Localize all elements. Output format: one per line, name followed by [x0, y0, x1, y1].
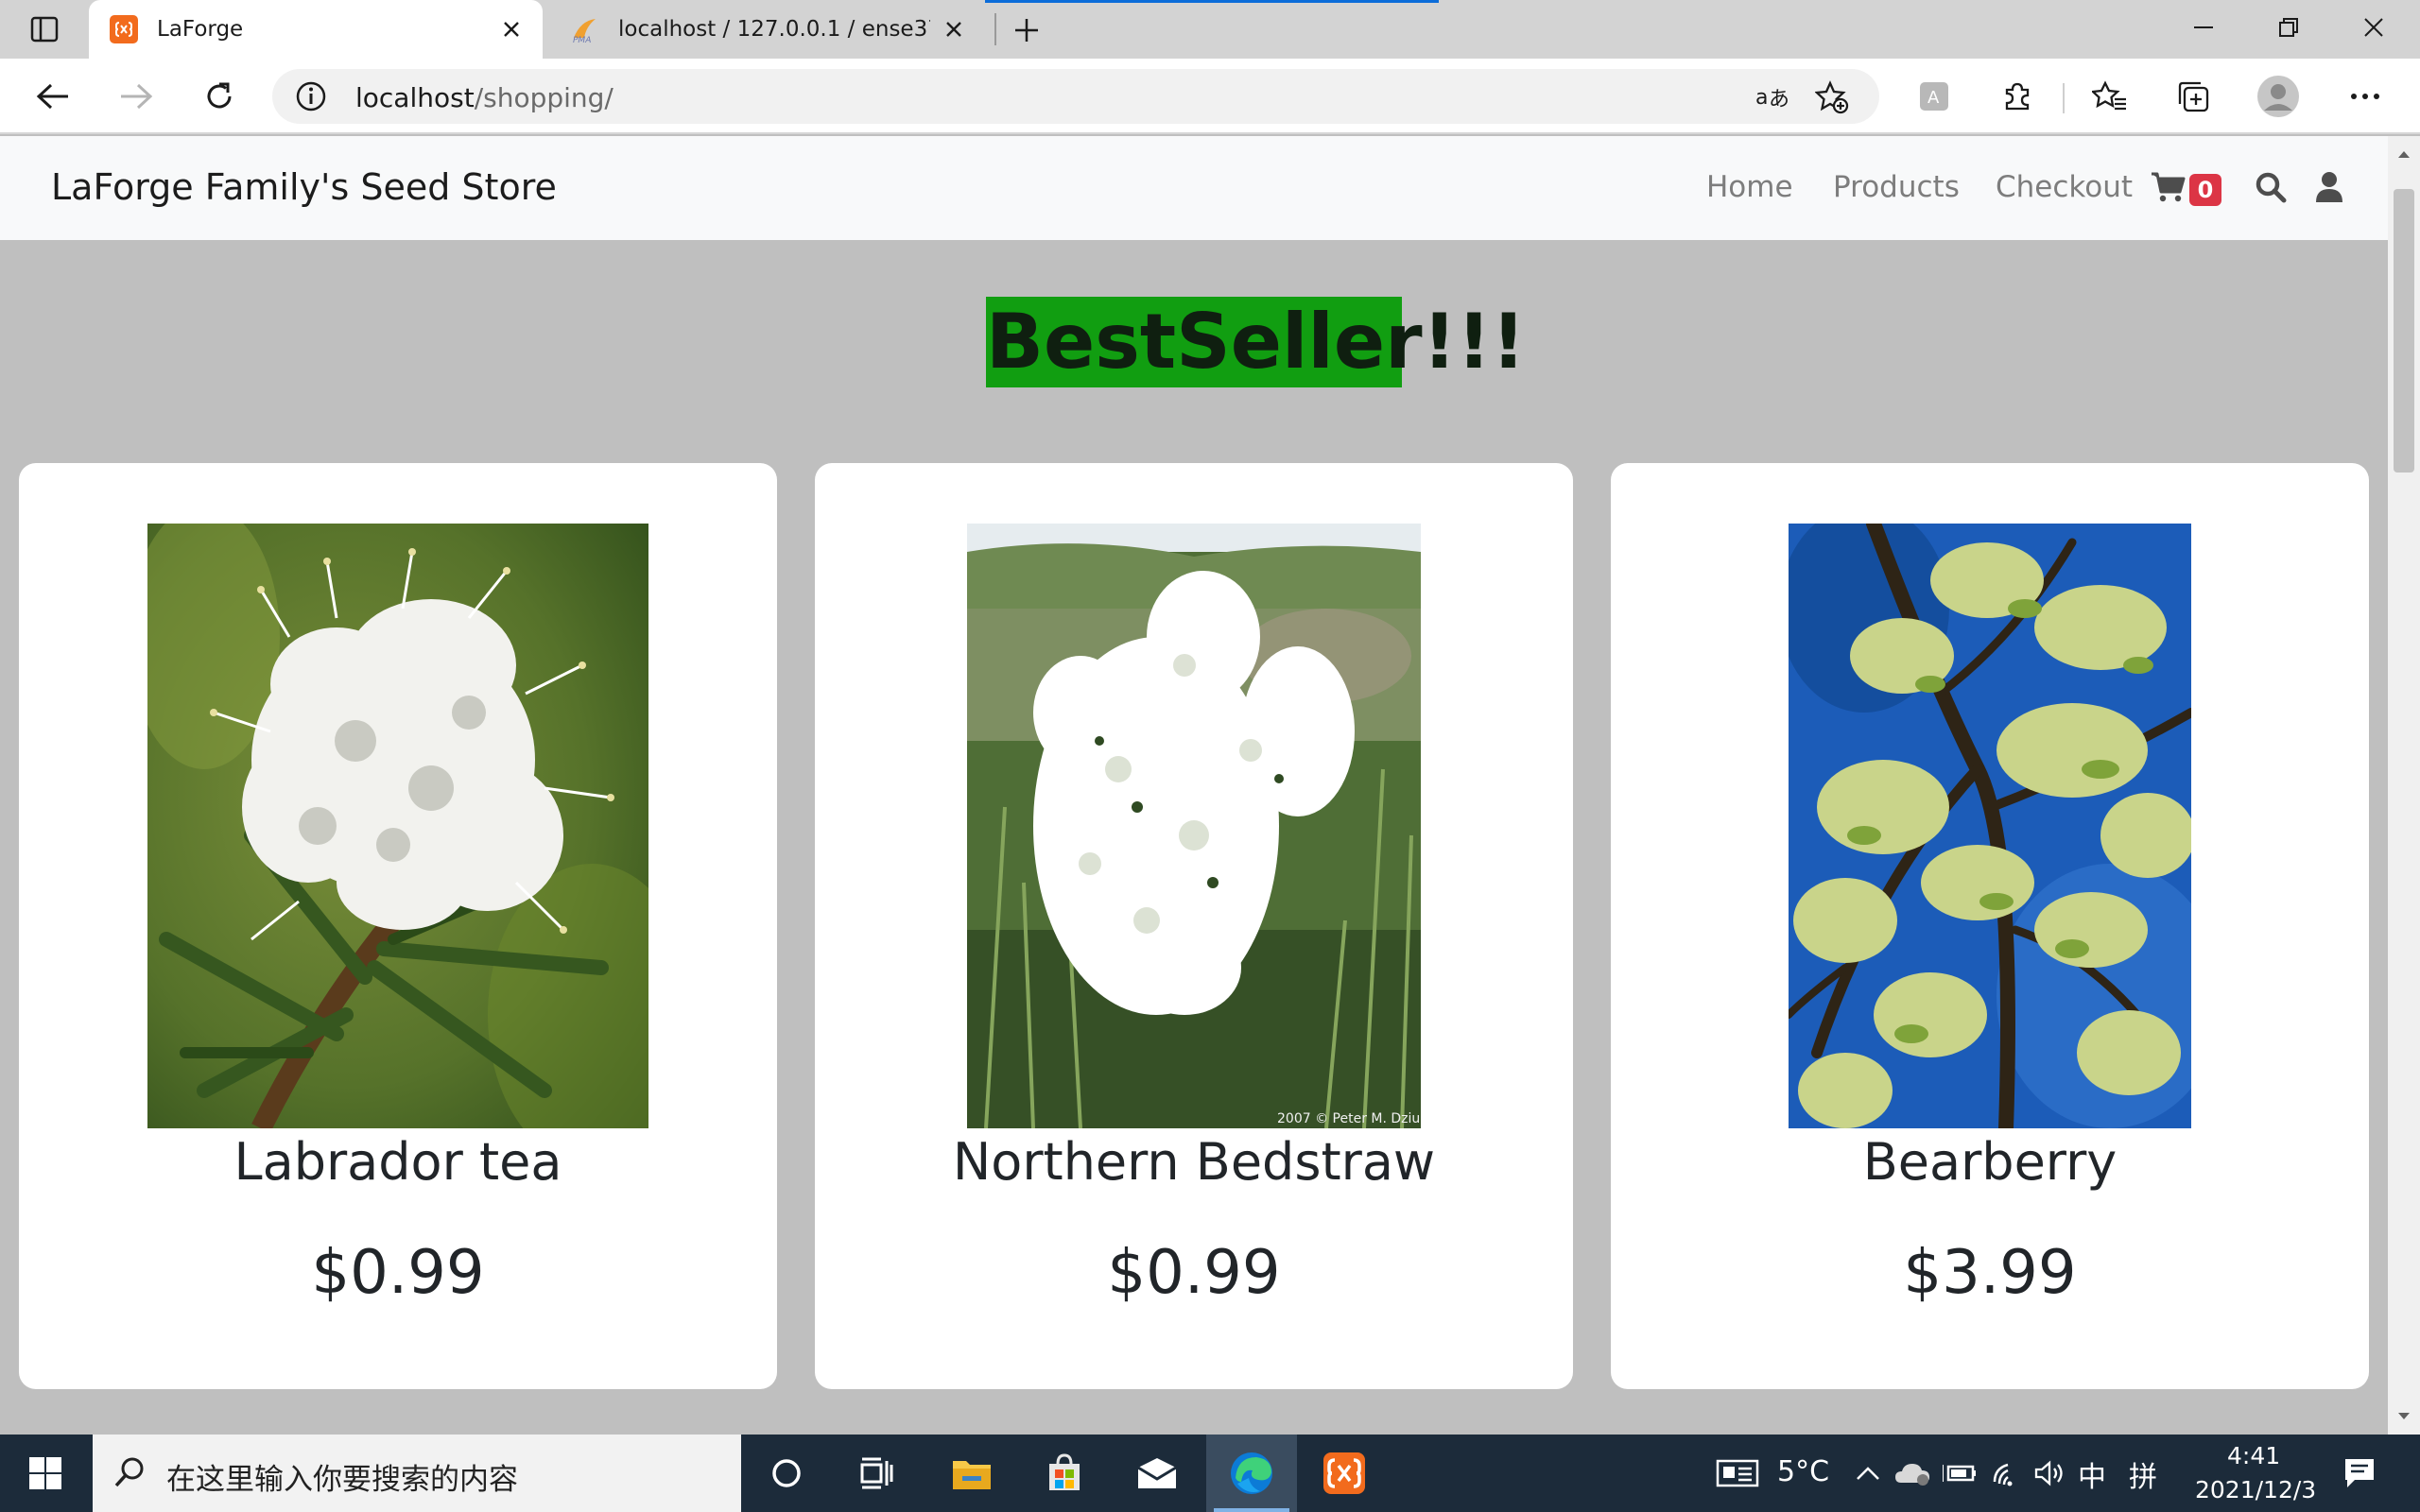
- xampp-control-icon[interactable]: [1299, 1435, 1390, 1512]
- product-image-bearberry[interactable]: [1789, 524, 2191, 1128]
- clock[interactable]: 4:41 2021/12/3: [2189, 1435, 2316, 1512]
- url-path: /shopping/: [474, 82, 614, 113]
- settings-more-icon[interactable]: [2341, 72, 2390, 121]
- favorites-icon[interactable]: [2085, 72, 2135, 121]
- cart-count-badge: 0: [2189, 174, 2221, 206]
- battery-icon[interactable]: [1938, 1435, 1981, 1512]
- taskbar-search-box[interactable]: 在这里输入你要搜索的内容: [93, 1435, 741, 1512]
- site-brand[interactable]: LaForge Family's Seed Store: [51, 166, 557, 208]
- url-text[interactable]: localhost/shopping/: [355, 82, 614, 113]
- windows-taskbar: 在这里输入你要搜索的内容 5°C 中 拼 4:41 2021/12/3: [0, 1435, 2420, 1512]
- tab-phpmyadmin[interactable]: PMA localhost / 127.0.0.1 / ense374 | p: [550, 0, 985, 59]
- product-card-northern-bedstraw[interactable]: 2007 © Peter M. Dziuk Northern Bedstraw …: [815, 463, 1573, 1389]
- scroll-thumb[interactable]: [2394, 189, 2414, 472]
- extension-grey-icon[interactable]: A: [1910, 72, 1959, 121]
- tab-loading-indicator: [985, 0, 1439, 3]
- scroll-down-arrow-icon[interactable]: [2388, 1400, 2420, 1433]
- notification-center-icon[interactable]: [2329, 1435, 2390, 1512]
- file-explorer-icon[interactable]: [926, 1435, 1017, 1512]
- product-card-labrador-tea[interactable]: Labrador tea $0.99: [19, 463, 777, 1389]
- wifi-icon[interactable]: [1985, 1435, 2029, 1512]
- collections-icon[interactable]: [2169, 72, 2218, 121]
- product-image-northern-bedstraw[interactable]: 2007 © Peter M. Dziuk: [967, 524, 1421, 1128]
- nav-checkout[interactable]: Checkout: [1996, 170, 2133, 204]
- new-tab-icon[interactable]: [1006, 11, 1047, 49]
- cart-icon[interactable]: [2150, 168, 2187, 206]
- back-icon[interactable]: [28, 72, 78, 121]
- minimize-icon[interactable]: [2161, 0, 2246, 55]
- taskbar-search-icon: [114, 1457, 144, 1487]
- address-bar[interactable]: localhost/shopping/ aあ: [272, 69, 1879, 124]
- task-view-icon[interactable]: [832, 1435, 923, 1512]
- edge-browser-icon[interactable]: [1206, 1435, 1297, 1512]
- site-navbar: LaForge Family's Seed Store Home Product…: [0, 136, 2388, 240]
- product-image-labrador-tea[interactable]: [147, 524, 648, 1128]
- user-icon[interactable]: [2310, 168, 2348, 206]
- taskbar-search-placeholder: 在这里输入你要搜索的内容: [166, 1463, 518, 1497]
- close-window-icon[interactable]: [2331, 0, 2416, 55]
- clock-date: 2021/12/3: [2195, 1476, 2317, 1503]
- page-scrollbar[interactable]: [2388, 136, 2420, 1435]
- microsoft-store-icon[interactable]: [1019, 1435, 1110, 1512]
- svg-text:あ: あ: [1769, 88, 1789, 112]
- profile-avatar-icon[interactable]: [2254, 72, 2303, 121]
- clock-time: 4:41: [2227, 1442, 2281, 1469]
- product-name[interactable]: Northern Bedstraw: [815, 1132, 1573, 1192]
- product-price: $0.99: [311, 1238, 485, 1308]
- add-favorite-icon[interactable]: [1813, 78, 1851, 116]
- input-language-indicator[interactable]: 中: [2078, 1453, 2106, 1495]
- xampp-favicon-icon: [110, 15, 138, 43]
- weather-temperature[interactable]: 5°C: [1777, 1455, 1829, 1488]
- tab-laforge[interactable]: LaForge: [89, 0, 543, 59]
- forward-icon[interactable]: [112, 72, 161, 121]
- bestseller-banner: BestSeller!!!: [986, 297, 1526, 387]
- site-info-icon[interactable]: [295, 80, 327, 112]
- web-page: LaForge Family's Seed Store Home Product…: [0, 136, 2388, 1435]
- product-name[interactable]: Labrador tea: [19, 1132, 777, 1192]
- svg-text:a: a: [1755, 86, 1768, 110]
- cortana-icon[interactable]: [741, 1435, 832, 1512]
- tab-title: localhost / 127.0.0.1 / ense374 | p: [618, 17, 930, 42]
- volume-icon[interactable]: [2029, 1435, 2072, 1512]
- restore-icon[interactable]: [2246, 0, 2331, 55]
- url-host: localhost: [355, 82, 475, 113]
- browser-tab-strip: LaForge PMA localhost / 127.0.0.1 / ense…: [0, 0, 2420, 59]
- product-card-bearberry[interactable]: Bearberry $3.99: [1611, 463, 2369, 1389]
- svg-text:PMA: PMA: [573, 36, 591, 43]
- close-tab-icon[interactable]: [497, 15, 526, 43]
- scroll-up-arrow-icon[interactable]: [2388, 138, 2420, 170]
- search-icon[interactable]: [2252, 168, 2290, 206]
- product-price: $3.99: [1903, 1238, 2077, 1308]
- photo-credit: 2007 © Peter M. Dziuk: [1277, 1111, 1421, 1126]
- tab-title: LaForge: [157, 17, 244, 42]
- product-price: $0.99: [1107, 1238, 1281, 1308]
- windows-start-icon[interactable]: [0, 1435, 91, 1512]
- read-aloud-translate-icon[interactable]: aあ: [1754, 78, 1792, 116]
- browser-toolbar: localhost/shopping/ aあ A: [0, 59, 2420, 134]
- product-name[interactable]: Bearberry: [1611, 1132, 2369, 1192]
- extensions-puzzle-icon[interactable]: [1993, 72, 2042, 121]
- tab-divider: [994, 13, 996, 45]
- phpmyadmin-favicon-icon: PMA: [571, 15, 599, 45]
- refresh-icon[interactable]: [195, 72, 244, 121]
- onedrive-cloud-icon[interactable]: [1891, 1435, 1934, 1512]
- show-hidden-icons-chevron-icon[interactable]: [1849, 1435, 1887, 1512]
- input-mode-indicator[interactable]: 拼: [2129, 1453, 2157, 1495]
- svg-text:A: A: [1927, 88, 1940, 108]
- mail-icon[interactable]: [1112, 1435, 1202, 1512]
- close-tab-icon[interactable]: [940, 15, 968, 43]
- news-widget-icon[interactable]: [1715, 1435, 1760, 1512]
- tab-actions-icon[interactable]: [19, 11, 70, 47]
- nav-products[interactable]: Products: [1833, 170, 1960, 204]
- nav-home[interactable]: Home: [1706, 170, 1793, 204]
- toolbar-divider: [2063, 83, 2065, 113]
